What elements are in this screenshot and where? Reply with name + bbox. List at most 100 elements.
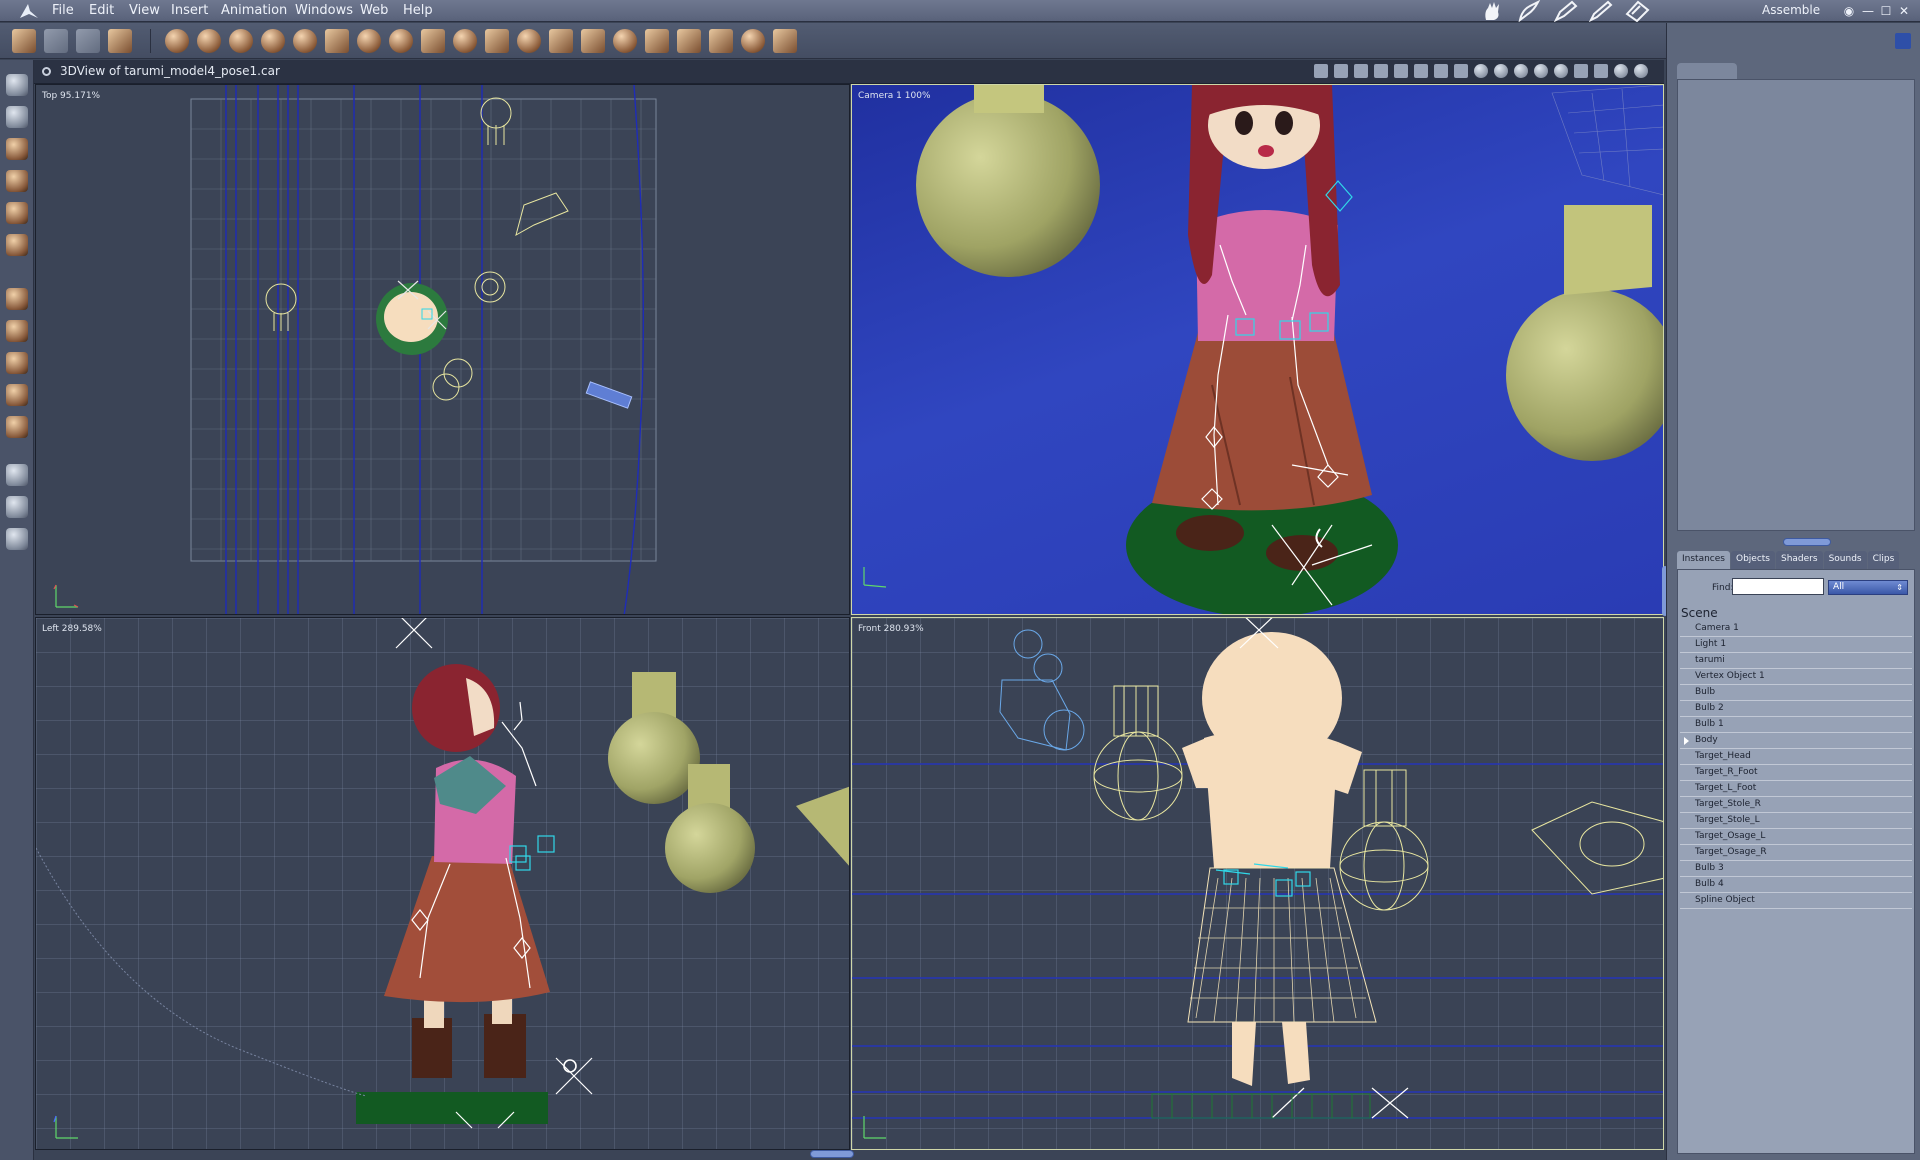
pencil-tool-icon[interactable] bbox=[6, 202, 28, 224]
scene-item-vertex-object-1[interactable]: Vertex Object 1 bbox=[1680, 669, 1912, 685]
alt-layout-icon[interactable] bbox=[1454, 64, 1468, 78]
brush-room-icon[interactable] bbox=[1516, 0, 1542, 22]
menu-web[interactable]: Web bbox=[360, 3, 388, 18]
tab-shaders[interactable]: Shaders bbox=[1776, 551, 1823, 569]
scene-item-bulb-3[interactable]: Bulb 3 bbox=[1680, 861, 1912, 877]
select-arrow-icon[interactable] bbox=[6, 74, 28, 96]
scene-item-spline-object[interactable]: Spline Object bbox=[1680, 893, 1912, 909]
ring-primitive-icon[interactable] bbox=[357, 29, 381, 53]
shield-3-icon[interactable] bbox=[1514, 64, 1528, 78]
shield-icon[interactable] bbox=[1474, 64, 1488, 78]
hat-primitive-icon[interactable] bbox=[485, 29, 509, 53]
render-preview-icon[interactable] bbox=[1354, 64, 1368, 78]
rotate-tool-icon[interactable] bbox=[6, 138, 28, 160]
shield-2-icon[interactable] bbox=[1494, 64, 1508, 78]
skeleton-tool-icon[interactable] bbox=[677, 29, 701, 53]
direct-select-icon[interactable] bbox=[6, 106, 28, 128]
menu-file[interactable]: File bbox=[52, 3, 74, 18]
wireframe-cube-icon[interactable] bbox=[1574, 64, 1588, 78]
pen-room-icon[interactable] bbox=[1552, 0, 1578, 22]
close-button[interactable]: ✕ bbox=[1896, 3, 1912, 19]
scene-item-target-osage-l[interactable]: Target_Osage_L bbox=[1680, 829, 1912, 845]
splitter-grip[interactable] bbox=[1783, 538, 1831, 546]
wand-tool-icon[interactable] bbox=[108, 29, 132, 53]
filter-select[interactable]: All ⇕ bbox=[1828, 580, 1908, 595]
magnifier-icon[interactable] bbox=[6, 528, 28, 550]
trackball-icon[interactable] bbox=[6, 384, 28, 406]
scene-item-bulb-2[interactable]: Bulb 2 bbox=[1680, 701, 1912, 717]
lock-view-icon[interactable] bbox=[1314, 64, 1328, 78]
cylinder-primitive-icon[interactable] bbox=[197, 29, 221, 53]
scene-item-target-l-foot[interactable]: Target_L_Foot bbox=[1680, 781, 1912, 797]
bone-tool-icon[interactable] bbox=[709, 29, 733, 53]
scale-box-icon[interactable] bbox=[6, 416, 28, 438]
hammer-tool-icon[interactable] bbox=[645, 29, 669, 53]
hand-tool-icon[interactable] bbox=[44, 29, 68, 53]
hand-room-icon[interactable] bbox=[1480, 0, 1506, 22]
front-viewport[interactable]: Front 280.93% bbox=[851, 617, 1664, 1150]
feather-tool-icon[interactable] bbox=[76, 29, 100, 53]
panel-splitter[interactable] bbox=[1677, 535, 1915, 549]
up-arrow-icon[interactable] bbox=[1534, 64, 1548, 78]
menu-windows[interactable]: Windows bbox=[295, 3, 353, 18]
sphere-primitive-icon[interactable] bbox=[165, 29, 189, 53]
brush-tool-icon[interactable] bbox=[12, 29, 36, 53]
render-room-icon[interactable] bbox=[1624, 0, 1650, 22]
maximize-button[interactable]: ☐ bbox=[1878, 3, 1894, 19]
scene-item-target-stole-r[interactable]: Target_Stole_R bbox=[1680, 797, 1912, 813]
cone-primitive-icon[interactable] bbox=[261, 29, 285, 53]
tab-objects[interactable]: Objects bbox=[1730, 551, 1775, 569]
text-primitive-icon[interactable] bbox=[325, 29, 349, 53]
gear-primitive-icon[interactable] bbox=[389, 29, 413, 53]
target-tool-icon[interactable] bbox=[741, 29, 765, 53]
minimize-button[interactable]: — bbox=[1860, 3, 1876, 19]
plane-primitive-icon[interactable] bbox=[421, 29, 445, 53]
two-view-icon[interactable] bbox=[1394, 64, 1408, 78]
scene-item-body[interactable]: Body bbox=[1680, 733, 1912, 749]
hand-pan-icon[interactable] bbox=[6, 496, 28, 518]
move-tool-icon[interactable] bbox=[6, 288, 28, 310]
scene-item-bulb-1[interactable]: Bulb 1 bbox=[1680, 717, 1912, 733]
close-document-icon[interactable] bbox=[42, 67, 51, 76]
smooth-shaded-icon[interactable] bbox=[1614, 64, 1628, 78]
stick-tool-icon[interactable] bbox=[773, 29, 797, 53]
expand-triangle-icon[interactable] bbox=[1684, 737, 1689, 745]
single-view-icon[interactable] bbox=[1374, 64, 1388, 78]
scene-item-light-1[interactable]: Light 1 bbox=[1680, 637, 1912, 653]
camera-view-icon[interactable] bbox=[1334, 64, 1348, 78]
tab-sounds[interactable]: Sounds bbox=[1823, 551, 1867, 569]
four-view-icon[interactable] bbox=[1434, 64, 1448, 78]
scene-item-bulb-4[interactable]: Bulb 4 bbox=[1680, 877, 1912, 893]
scene-item-bulb[interactable]: Bulb bbox=[1680, 685, 1912, 701]
wave-primitive-icon[interactable] bbox=[549, 29, 573, 53]
scene-item-target-r-foot[interactable]: Target_R_Foot bbox=[1680, 765, 1912, 781]
three-view-icon[interactable] bbox=[1414, 64, 1428, 78]
dotted-sphere-icon[interactable] bbox=[1554, 64, 1568, 78]
timeline-drawer-grip[interactable] bbox=[810, 1150, 854, 1158]
torus-primitive-icon[interactable] bbox=[293, 29, 317, 53]
grid-sphere-primitive-icon[interactable] bbox=[229, 29, 253, 53]
tree-primitive-icon[interactable] bbox=[453, 29, 477, 53]
menu-edit[interactable]: Edit bbox=[89, 3, 114, 18]
tab-instances[interactable]: Instances bbox=[1677, 551, 1730, 569]
scene-item-camera-1[interactable]: Camera 1 bbox=[1680, 621, 1912, 637]
menu-insert[interactable]: Insert bbox=[171, 3, 208, 18]
scene-item-target-stole-l[interactable]: Target_Stole_L bbox=[1680, 813, 1912, 829]
shaded-cube-icon[interactable] bbox=[1594, 64, 1608, 78]
panel-pin-icon[interactable] bbox=[1895, 33, 1911, 49]
scene-item-tarumi[interactable]: tarumi bbox=[1680, 653, 1912, 669]
menu-animation[interactable]: Animation bbox=[221, 3, 287, 18]
bowl-primitive-icon[interactable] bbox=[613, 29, 637, 53]
left-viewport[interactable]: Left 289.58% bbox=[35, 617, 850, 1150]
twist-tool-icon[interactable] bbox=[6, 170, 28, 192]
flame-primitive-icon[interactable] bbox=[517, 29, 541, 53]
pencil-room-icon[interactable] bbox=[1588, 0, 1614, 22]
paint-tool-icon[interactable] bbox=[6, 234, 28, 256]
scene-item-target-head[interactable]: Target_Head bbox=[1680, 749, 1912, 765]
eye-icon[interactable]: ◉ bbox=[1841, 3, 1857, 19]
terrain-primitive-icon[interactable] bbox=[581, 29, 605, 53]
tab-clips[interactable]: Clips bbox=[1867, 551, 1900, 569]
move-xz-icon[interactable] bbox=[6, 320, 28, 342]
menu-view[interactable]: View bbox=[129, 3, 160, 18]
textured-shaded-icon[interactable] bbox=[1634, 64, 1648, 78]
